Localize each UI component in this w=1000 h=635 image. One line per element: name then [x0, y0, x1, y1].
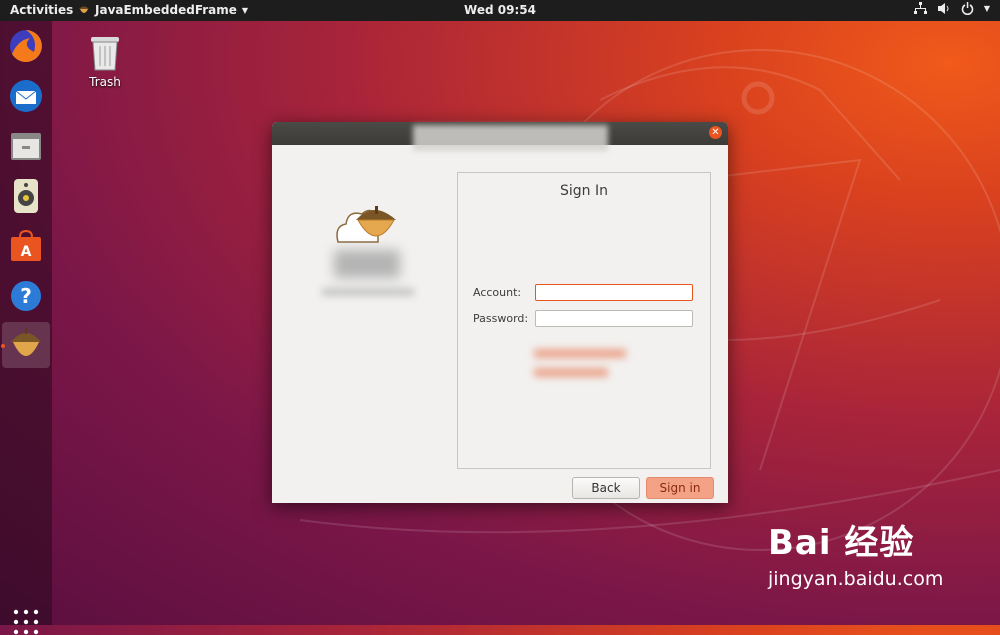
- software-icon: A: [11, 229, 41, 261]
- account-label: Account:: [473, 286, 522, 299]
- top-bar: Activities JavaEmbeddedFrame ▼ Wed 09:54…: [0, 0, 1000, 21]
- power-icon[interactable]: [961, 2, 974, 15]
- apps-grid-icon[interactable]: [13, 609, 39, 635]
- account-field[interactable]: [535, 284, 693, 301]
- thunderbird-icon: [10, 80, 42, 112]
- dock: A ?: [0, 21, 52, 635]
- back-button[interactable]: Back: [572, 477, 640, 499]
- network-icon[interactable]: [913, 2, 927, 15]
- dock-software[interactable]: A: [2, 223, 50, 269]
- watermark-brand: Bai 经验: [768, 523, 915, 563]
- help-icon: ?: [11, 281, 41, 311]
- blurred-link-register[interactable]: [534, 349, 626, 358]
- trash-icon: [91, 37, 119, 71]
- password-label: Password:: [473, 312, 529, 325]
- svg-text:?: ?: [20, 284, 32, 308]
- dock-files[interactable]: [2, 123, 50, 169]
- chevron-down-icon: ▼: [983, 4, 990, 13]
- dialog-titlebar[interactable]: ✕: [272, 122, 728, 151]
- volume-icon[interactable]: [937, 2, 951, 15]
- blurred-links: [534, 349, 626, 383]
- dock-rhythmbox[interactable]: [2, 173, 50, 219]
- panel-title: Sign In: [560, 183, 608, 199]
- clock[interactable]: Wed 09:54: [0, 3, 1000, 17]
- password-field[interactable]: [535, 310, 693, 327]
- dock-thunderbird[interactable]: [2, 73, 50, 119]
- system-tray[interactable]: ▼: [913, 2, 990, 15]
- rhythmbox-icon: [14, 179, 38, 213]
- baidu-watermark: Bai 经验 jingyan.baidu.com: [768, 515, 968, 590]
- blurred-brand-text: [334, 250, 400, 278]
- blurred-brand-subtext: [322, 288, 414, 296]
- blurred-link-forgot[interactable]: [534, 368, 608, 377]
- desktop-trash[interactable]: Trash: [80, 34, 130, 89]
- firefox-icon: [10, 30, 42, 62]
- svg-text:A: A: [21, 244, 32, 260]
- sign-in-button[interactable]: Sign in: [646, 477, 714, 499]
- sign-in-panel: Sign In Account: Password:: [457, 172, 711, 469]
- watermark-url: jingyan.baidu.com: [768, 568, 944, 590]
- acorn-app-icon: [11, 328, 41, 356]
- dock-acorn-app[interactable]: [2, 322, 50, 368]
- files-icon: [11, 133, 41, 160]
- acorn-logo-icon: [336, 206, 396, 243]
- trash-label: Trash: [89, 75, 121, 89]
- running-indicator: [1, 344, 5, 348]
- blurred-title: [413, 125, 608, 151]
- dock-help[interactable]: ?: [2, 273, 50, 319]
- sign-in-dialog: ✕ Sign In Account: Password: Back Sign i…: [272, 122, 728, 503]
- dock-firefox[interactable]: [2, 23, 50, 69]
- close-button[interactable]: ✕: [709, 126, 722, 139]
